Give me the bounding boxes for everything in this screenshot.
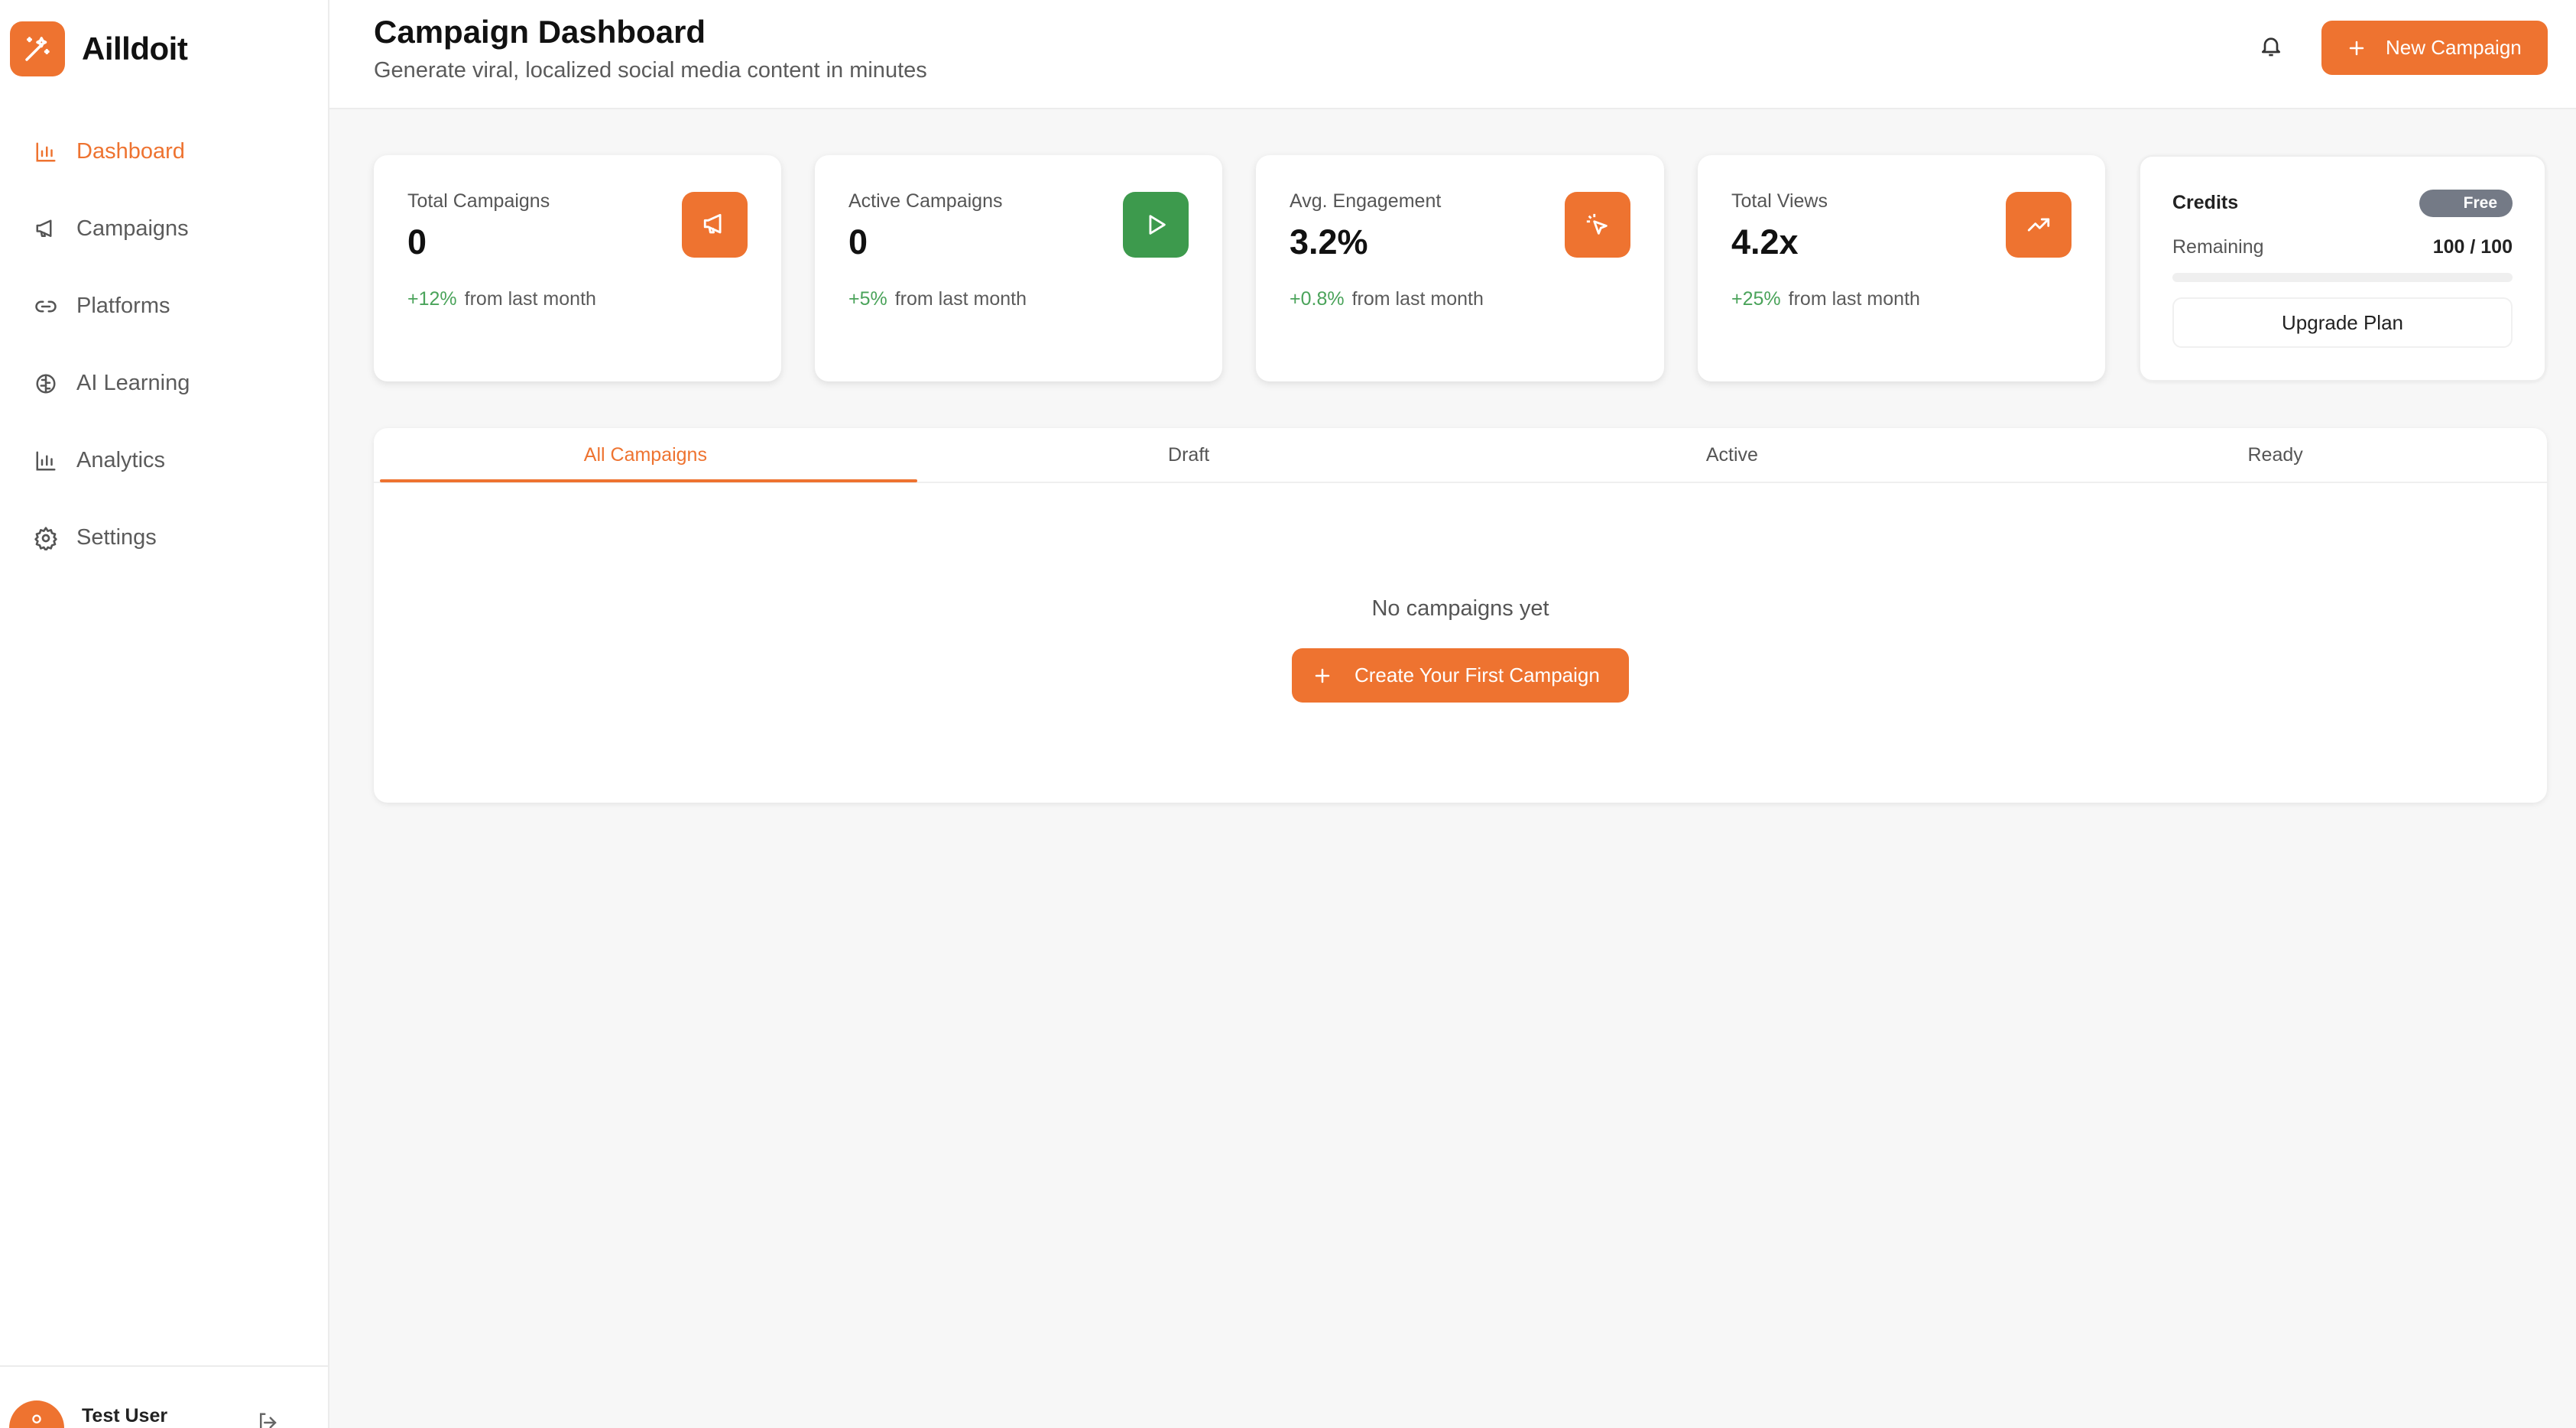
stat-change-percent: +0.8% (1290, 288, 1345, 310)
sidebar-item-label: AI Learning (76, 371, 190, 395)
create-first-campaign-button[interactable]: Create Your First Campaign (1292, 648, 1629, 703)
new-campaign-button[interactable]: New Campaign (2321, 21, 2548, 75)
stat-card-active-campaigns: Active Campaigns 0 +5% from last month (815, 155, 1222, 381)
avatar[interactable] (9, 1400, 64, 1428)
campaign-tabs: All Campaigns Draft Active Ready (374, 428, 2547, 483)
sidebar-item-campaigns[interactable]: Campaigns (0, 190, 329, 268)
sidebar: Ailldoit Dashboard Campaigns Platforms A… (0, 0, 329, 1428)
cursor-click-icon (1565, 192, 1630, 258)
app-name: Ailldoit (82, 31, 188, 67)
stat-label: Avg. Engagement (1290, 190, 1442, 212)
stat-value: 0 (407, 222, 427, 261)
brain-icon (32, 370, 60, 398)
stat-value: 0 (848, 222, 868, 261)
bar-chart-icon (32, 447, 60, 475)
new-campaign-label: New Campaign (2386, 36, 2522, 59)
stat-change: +25% from last month (1731, 288, 1920, 310)
sidebar-item-ai-learning[interactable]: AI Learning (0, 345, 329, 422)
stat-change: +12% from last month (407, 288, 596, 310)
magic-wand-icon (10, 21, 65, 76)
tab-active[interactable]: Active (1461, 428, 2004, 482)
brand[interactable]: Ailldoit (10, 21, 188, 76)
bell-icon[interactable] (2259, 34, 2286, 61)
empty-state-text: No campaigns yet (1371, 596, 1549, 621)
stat-change: +5% from last month (848, 288, 1027, 310)
plus-icon (2347, 39, 2366, 57)
sidebar-nav: Dashboard Campaigns Platforms AI Learnin… (0, 113, 329, 576)
link-icon (32, 293, 60, 320)
stat-label: Total Views (1731, 190, 1828, 212)
create-first-campaign-label: Create Your First Campaign (1355, 664, 1600, 686)
bar-chart-icon (32, 138, 60, 166)
plus-icon (1313, 667, 1332, 685)
sidebar-item-label: Analytics (76, 448, 166, 472)
stat-value: 4.2x (1731, 222, 1799, 261)
megaphone-icon (682, 192, 748, 258)
tab-ready[interactable]: Ready (2003, 428, 2547, 482)
stat-label: Total Campaigns (407, 190, 550, 212)
megaphone-icon (32, 216, 60, 243)
credits-card: Credits Free Remaining 100 / 100 Upgrade… (2139, 155, 2546, 381)
stat-change-percent: +25% (1731, 288, 1781, 310)
page-subtitle: Generate viral, localized social media c… (374, 58, 927, 83)
sidebar-item-label: Dashboard (76, 139, 185, 164)
upgrade-plan-button[interactable]: Upgrade Plan (2172, 297, 2513, 348)
page-title: Campaign Dashboard (374, 14, 706, 50)
credits-progress-bar (2172, 273, 2513, 282)
campaigns-panel: All Campaigns Draft Active Ready No camp… (374, 428, 2547, 803)
credits-title: Credits (2172, 192, 2239, 213)
stat-change-suffix: from last month (1351, 288, 1484, 310)
stat-change-suffix: from last month (894, 288, 1027, 310)
user-name: Test User (82, 1405, 168, 1426)
stat-change-percent: +5% (848, 288, 887, 310)
sidebar-item-label: Settings (76, 525, 157, 550)
tab-draft[interactable]: Draft (917, 428, 1461, 482)
sidebar-item-platforms[interactable]: Platforms (0, 268, 329, 345)
credits-remaining-value: 100 / 100 (2432, 236, 2513, 258)
plan-badge: Free (2419, 190, 2513, 217)
play-icon (1123, 192, 1189, 258)
stat-change-suffix: from last month (1788, 288, 1920, 310)
tab-all-campaigns[interactable]: All Campaigns (374, 428, 917, 482)
stat-card-total-campaigns: Total Campaigns 0 +12% from last month (374, 155, 781, 381)
stat-card-avg-engagement: Avg. Engagement 3.2% +0.8% from last mont… (1256, 155, 1664, 381)
user-profile: Test User (0, 1365, 329, 1428)
gear-icon (32, 524, 60, 552)
sidebar-item-label: Campaigns (76, 216, 189, 241)
sidebar-item-analytics[interactable]: Analytics (0, 422, 329, 499)
stat-label: Active Campaigns (848, 190, 1003, 212)
top-header: Campaign Dashboard Generate viral, local… (329, 0, 2576, 109)
stat-card-total-views: Total Views 4.2x +25% from last month (1698, 155, 2105, 381)
sidebar-item-label: Platforms (76, 294, 170, 318)
sidebar-item-settings[interactable]: Settings (0, 499, 329, 576)
stat-change-percent: +12% (407, 288, 457, 310)
sidebar-item-dashboard[interactable]: Dashboard (0, 113, 329, 190)
credits-remaining-label: Remaining (2172, 236, 2264, 258)
trending-up-icon (2006, 192, 2072, 258)
stat-change-suffix: from last month (464, 288, 596, 310)
stat-change: +0.8% from last month (1290, 288, 1484, 310)
stat-value: 3.2% (1290, 222, 1368, 261)
logout-icon[interactable] (256, 1411, 279, 1428)
